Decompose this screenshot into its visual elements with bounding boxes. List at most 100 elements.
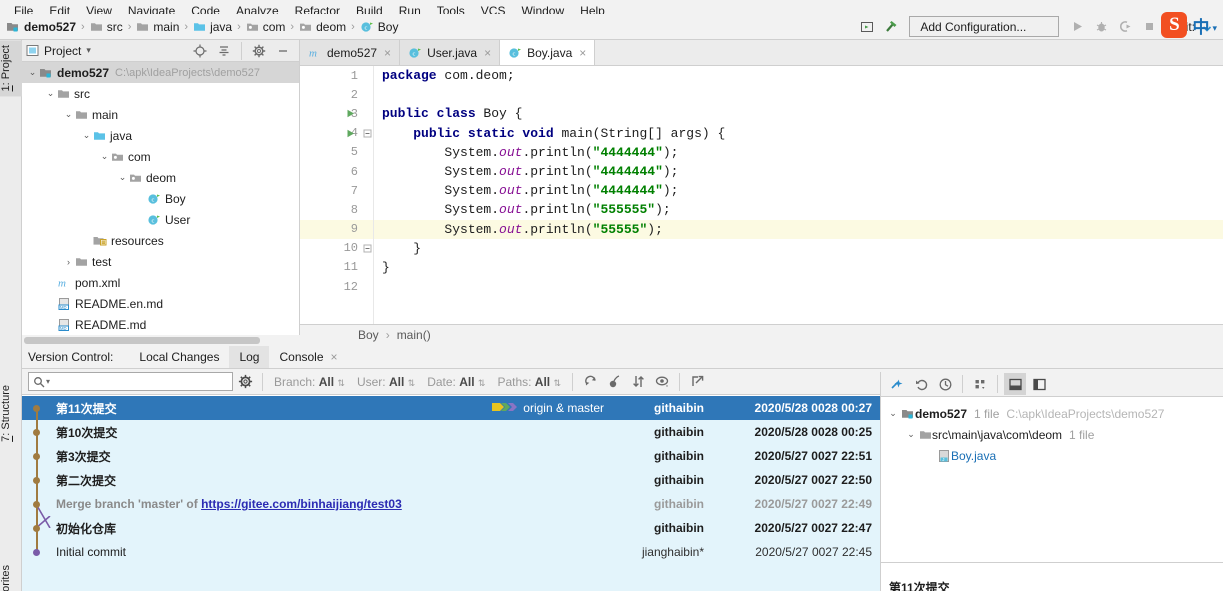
chevron-down-icon[interactable]: ⌄ <box>903 429 919 440</box>
preview-right-icon[interactable] <box>1028 373 1050 395</box>
vc-tab-local-changes[interactable]: Local Changes <box>129 346 229 368</box>
code-line[interactable]: System.out.println("4444444"); <box>374 162 1223 181</box>
log-filter-branch[interactable]: Branch: All ⇅ <box>274 375 345 389</box>
code-line[interactable]: System.out.println("55555"); <box>374 219 1223 239</box>
close-icon[interactable]: × <box>484 46 491 60</box>
commit-row[interactable]: 第二次提交 githaibin 2020/5/27 0027 22:50 <box>22 468 880 492</box>
close-icon[interactable]: × <box>384 46 391 60</box>
code-line[interactable]: System.out.println("555555"); <box>374 200 1223 219</box>
code-line[interactable] <box>374 277 1223 296</box>
run-icon[interactable] <box>1066 16 1088 38</box>
menu-item-vcs[interactable]: VCS <box>473 4 514 14</box>
tool-window-tab-project[interactable]: 1: Project <box>0 40 22 97</box>
collapse-all-icon[interactable] <box>213 40 235 62</box>
commit-row[interactable]: Merge branch 'master' of https://gitee.c… <box>22 492 880 528</box>
changed-file-node[interactable]: ⌄ demo527 1 file C:\apk\IdeaProjects\demo52… <box>881 403 1223 424</box>
chevron-down-icon[interactable]: ⌄ <box>26 67 39 78</box>
chevron-down-icon[interactable]: ⌄ <box>44 88 57 99</box>
project-tree-node[interactable]: ⌄ deom <box>22 167 299 188</box>
project-tree-node[interactable]: ⌄ demo527 C:\apk\IdeaProjects\demo527 <box>22 62 299 83</box>
open-in-editor-icon[interactable] <box>686 371 708 393</box>
chevron-down-icon[interactable]: ⌄ <box>116 172 129 183</box>
breadcrumb-item-Boy[interactable]: c Boy <box>360 20 398 34</box>
branch-ref-label[interactable]: origin & master <box>492 401 604 416</box>
ime-mode-label[interactable]: 中 <box>1192 13 1209 38</box>
menu-item-edit[interactable]: Edit <box>41 4 78 14</box>
menu-item-window[interactable]: Window <box>513 4 572 14</box>
preview-bottom-icon[interactable] <box>1004 373 1026 395</box>
code-line[interactable]: System.out.println("4444444"); <box>374 181 1223 200</box>
commit-row[interactable]: 第11次提交 origin & master githaibin 2020/5/28 … <box>22 396 880 420</box>
code-line[interactable]: System.out.println("4444444"); <box>374 143 1223 162</box>
changed-files-tree[interactable]: ⌄ demo527 1 file C:\apk\IdeaProjects\demo52… <box>881 397 1223 466</box>
commit-log-list[interactable]: 第11次提交 origin & master githaibin 2020/5/28 … <box>22 396 880 591</box>
commit-row[interactable]: 初始化仓库 githaibin 2020/5/27 0027 22:47 <box>22 516 880 540</box>
revert-icon[interactable] <box>910 373 932 395</box>
chevron-down-icon[interactable]: ⌄ <box>80 130 93 141</box>
run-configuration-selector[interactable]: Add Configuration... <box>909 16 1060 37</box>
commit-link[interactable]: https://gitee.com/binhaijiang/test03 <box>201 497 402 511</box>
editor-tab-demo527[interactable]: m demo527 × <box>300 40 401 65</box>
project-tree-node[interactable]: › test <box>22 251 299 272</box>
editor-tab-user-java[interactable]: c User.java × <box>400 40 501 65</box>
run-coverage-icon[interactable] <box>1114 16 1136 38</box>
vc-tab-log[interactable]: Log <box>229 345 270 368</box>
code-lines[interactable]: package com.deom; public class Boy { pub… <box>374 66 1223 324</box>
cherry-pick-icon[interactable] <box>603 371 625 393</box>
jump-to-source-icon[interactable] <box>886 373 908 395</box>
close-icon[interactable]: × <box>331 350 338 364</box>
menu-item-tools[interactable]: Tools <box>429 4 473 14</box>
show-details-icon[interactable] <box>651 371 673 393</box>
log-filter-date[interactable]: Date: All ⇅ <box>427 375 485 389</box>
settings-gear-icon[interactable] <box>248 40 270 62</box>
locate-icon[interactable] <box>189 40 211 62</box>
history-icon[interactable] <box>934 373 956 395</box>
menu-item-help[interactable]: Help <box>572 4 613 14</box>
run-gutter-icon[interactable] <box>344 124 356 143</box>
code-line[interactable]: public static void main(String[] args) { <box>374 124 1223 143</box>
stop-icon[interactable] <box>1138 16 1160 38</box>
breadcrumb-item-java[interactable]: java <box>193 20 232 34</box>
debug-icon[interactable] <box>1090 16 1112 38</box>
hide-panel-icon[interactable] <box>272 40 294 62</box>
tool-window-tab-structure[interactable]: 7: Structure <box>0 380 22 447</box>
code-editor[interactable]: 1 2 3 4 5 6 7 8 9 10 11 12 package com.deom; public… <box>300 66 1223 324</box>
chevron-down-icon[interactable]: ⌄ <box>98 151 111 162</box>
project-tree-node[interactable]: ⌄ src <box>22 83 299 104</box>
editor-breadcrumb[interactable]: Boy › main() <box>300 324 1223 345</box>
code-line[interactable]: } <box>374 239 1223 258</box>
editor-tab-boy-java[interactable]: c Boy.java × <box>500 40 596 65</box>
project-tree-node[interactable]: m pom.xml <box>22 272 299 293</box>
log-search-input[interactable]: ▾ <box>28 372 233 391</box>
code-line[interactable]: public class Boy { <box>374 104 1223 123</box>
refresh-icon[interactable] <box>579 371 601 393</box>
menu-item-analyze[interactable]: Analyze <box>228 4 287 14</box>
menu-item-view[interactable]: View <box>78 4 120 14</box>
commit-row[interactable]: 第3次提交 githaibin 2020/5/27 0027 22:51 <box>22 444 880 468</box>
code-line[interactable]: } <box>374 258 1223 277</box>
select-in-icon[interactable] <box>856 16 878 38</box>
project-tree-node[interactable]: c Boy <box>22 188 299 209</box>
project-tree-node[interactable]: ⌄ java <box>22 125 299 146</box>
project-horizontal-scrollbar[interactable] <box>22 335 300 345</box>
commit-row[interactable]: Initial commit jianghaibin* 2020/5/27 0027… <box>22 540 880 564</box>
project-dropdown-arrow-icon[interactable]: ▾ <box>86 45 91 56</box>
ime-expand-arrow-icon[interactable]: ▾ <box>1212 23 1217 34</box>
project-tree-node[interactable]: ⌄ com <box>22 146 299 167</box>
project-tree[interactable]: ⌄ demo527 C:\apk\IdeaProjects\demo527 ⌄ src ⌄… <box>22 62 299 345</box>
build-hammer-icon[interactable] <box>880 16 902 38</box>
project-tree-node[interactable]: resources <box>22 230 299 251</box>
breadcrumb-item-main[interactable]: main <box>136 20 179 34</box>
project-tree-node[interactable]: MD README.md <box>22 314 299 335</box>
log-search-field[interactable] <box>50 373 228 390</box>
menu-item-run[interactable]: Run <box>391 4 429 14</box>
editor-breadcrumb-item-main[interactable]: main() <box>397 328 431 342</box>
chevron-down-icon[interactable]: ⌄ <box>62 109 75 120</box>
project-tree-node[interactable]: MD README.en.md <box>22 293 299 314</box>
chevron-right-icon[interactable]: › <box>62 257 75 267</box>
chevron-down-icon[interactable]: ⌄ <box>885 408 901 419</box>
commit-row[interactable]: 第10次提交 githaibin 2020/5/28 0028 00:25 <box>22 420 880 444</box>
log-settings-gear-icon[interactable] <box>234 371 256 393</box>
sogou-ime-overlay[interactable]: S 中 ▾ <box>1161 12 1217 38</box>
project-tree-node[interactable]: c User <box>22 209 299 230</box>
